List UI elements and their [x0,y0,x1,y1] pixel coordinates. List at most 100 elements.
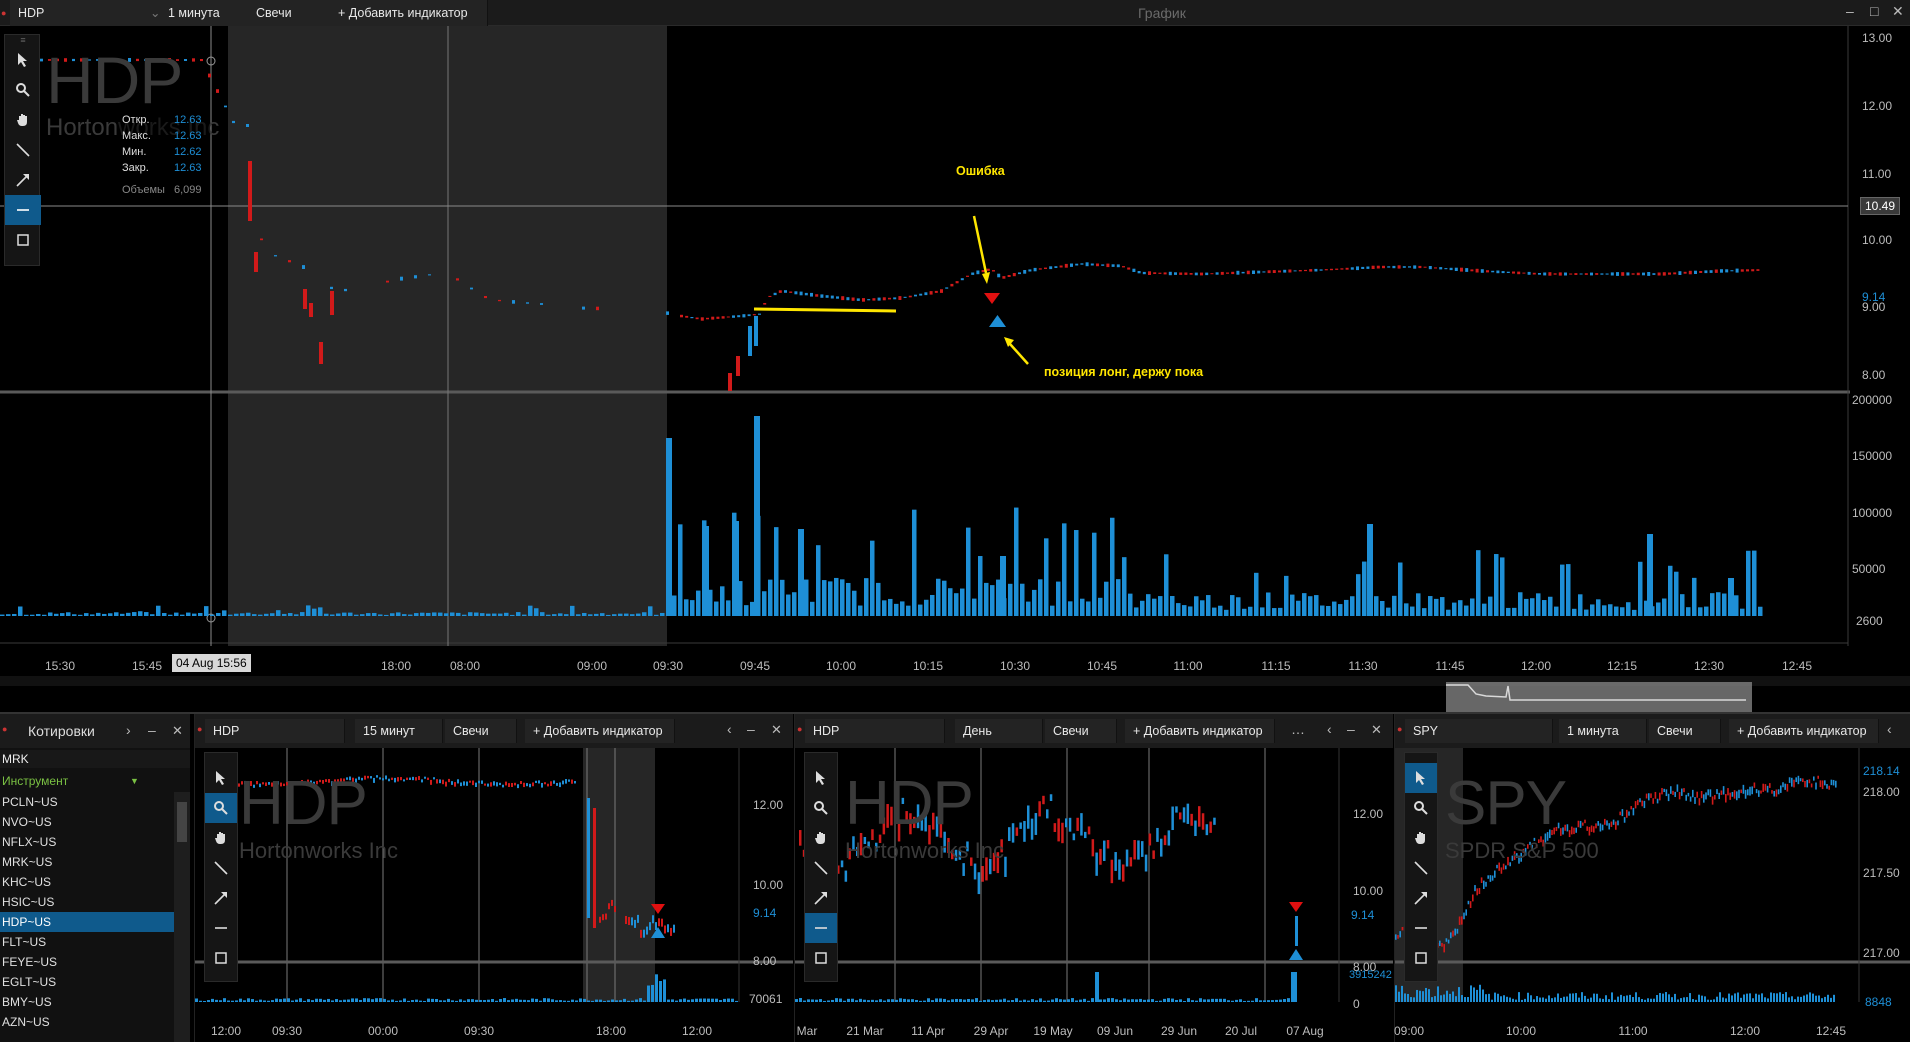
watchlist-item[interactable]: PCLN~US [0,792,174,812]
watchlist-item[interactable]: FEYE~US [0,952,174,972]
main-chart[interactable] [0,26,1910,686]
watchlist-item[interactable]: BMY~US [0,992,174,1012]
horizontal-line-tool-icon[interactable] [205,913,237,943]
grip-icon: ≡ [20,35,26,45]
watchlist-item[interactable]: NFLX~US [0,832,174,852]
close-icon[interactable]: ✕ [771,722,782,738]
timeframe-select[interactable]: День [955,719,1043,743]
horizontal-line-tool-icon[interactable] [1405,913,1437,943]
maximize-icon[interactable]: □ [1870,3,1878,19]
rectangle-tool-icon[interactable] [805,943,837,973]
chart-symbol-watermark: HDP [46,43,183,117]
watchlist-item[interactable]: MRK~US [0,852,174,872]
line-tool-icon[interactable] [5,135,41,165]
close-icon[interactable]: ✕ [1371,722,1382,738]
symbol-select[interactable]: HDP [205,719,345,743]
rectangle-tool-icon[interactable] [5,225,41,255]
hand-tool-icon[interactable] [805,823,837,853]
cursor-tool-icon[interactable] [805,763,837,793]
chart-type-select[interactable]: Свечи [1649,719,1721,743]
line-tool-icon[interactable] [1405,853,1437,883]
watchlist-item[interactable]: HDP~US [0,912,174,932]
cursor-tool-icon[interactable] [205,763,237,793]
arrow-tool-icon[interactable] [5,165,41,195]
arrow-tool-icon[interactable] [1405,883,1437,913]
symbol-select[interactable]: HDP [10,0,170,26]
annotation-arrow-up [1009,343,1029,365]
arrow-tool-icon[interactable] [205,883,237,913]
rectangle-tool-icon[interactable] [205,943,237,973]
chart-panel-hdp-day: ● HDP День Свечи + Добавить индикатор … … [794,714,1393,1042]
cursor-tool-icon[interactable] [1405,763,1437,793]
add-indicator-button[interactable]: + Добавить индикатор [330,0,488,26]
zoom-tool-icon[interactable] [805,793,837,823]
hand-tool-icon[interactable] [1405,823,1437,853]
watchlist-scrollbar[interactable] [174,792,190,1042]
zoom-tool-icon[interactable] [205,793,237,823]
back-icon[interactable]: ‹ [727,721,732,737]
close-icon[interactable]: ✕ [172,723,183,739]
chart-panel-spy-1m: ● SPY 1 минута Свечи + Добавить индикато… [1394,714,1910,1042]
watchlist-item[interactable]: KHC~US [0,872,174,892]
chart-type-select[interactable]: Свечи [248,0,332,26]
chart-symbol-watermark: HDP [239,769,368,838]
hand-tool-icon[interactable] [205,823,237,853]
watchlist-panel: ● Котировки › – ✕ MRK Инструмент ▼ PCLN~U… [0,714,190,1042]
crosshair-price-label: 10.49 [1860,197,1901,215]
time-axis: 15:30 15:45 18:00 08:00 09:00 09:30 09:4… [44,654,1813,673]
watchlist-item[interactable]: AZN~US [0,1012,174,1032]
close-icon[interactable]: ✕ [1892,3,1904,20]
watchlist-item[interactable]: FLT~US [0,932,174,952]
add-indicator-button[interactable]: + Добавить индикатор [1729,719,1879,743]
overview-navigator[interactable] [1446,682,1752,712]
drawing-toolbox: ≡ [4,34,41,266]
chart-panel-hdp-15m: ● HDP 15 минут Свечи + Добавить индикато… [194,714,793,1042]
ohlc-legend: Откр. 12.63 Макс. 12.63 Мин. 12.62 Закр.… [118,112,210,204]
close-dot-icon[interactable]: ● [2,724,7,734]
annotation-arrow-down [972,215,988,274]
close-dot-icon[interactable]: ● [0,0,8,26]
trend-line [753,307,897,313]
expand-icon[interactable]: › [126,722,131,738]
add-indicator-button[interactable]: + Добавить индикатор [525,719,675,743]
arrow-tool-icon[interactable] [805,883,837,913]
column-header-instrument[interactable]: Инструмент ▼ [0,772,190,790]
symbol-select[interactable]: HDP [805,719,945,743]
zoom-tool-icon[interactable] [1405,793,1437,823]
horizontal-line-tool-icon[interactable] [805,913,837,943]
symbol-select[interactable]: SPY [1405,719,1553,743]
sort-down-icon: ▼ [130,776,139,786]
chevron-down-icon: ⌄ [150,6,161,20]
minimize-icon[interactable]: – [1846,3,1854,19]
hand-tool-icon[interactable] [5,105,41,135]
back-icon[interactable]: ‹ [1887,721,1892,737]
symbol-search-input[interactable]: MRK [0,750,190,768]
timeframe-select[interactable]: 1 минута [1559,719,1647,743]
timeframe-select[interactable]: 1 минута ⌄ [150,0,256,26]
chart-symbol-watermark: HDP [845,769,974,838]
line-tool-icon[interactable] [205,853,237,883]
close-dot-icon[interactable]: ● [1397,724,1402,734]
timeframe-select[interactable]: 15 минут [355,719,443,743]
minimize-icon[interactable]: – [747,721,755,737]
chart-type-select[interactable]: Свечи [1045,719,1117,743]
watchlist-item[interactable]: NVO~US [0,812,174,832]
close-dot-icon[interactable]: ● [197,724,202,734]
minimize-icon[interactable]: – [148,722,156,738]
cursor-tool-icon[interactable] [5,45,41,75]
horizontal-line-tool-icon[interactable] [5,195,41,225]
more-icon[interactable]: … [1291,721,1305,737]
rectangle-tool-icon[interactable] [1405,943,1437,973]
minimize-icon[interactable]: – [1347,721,1355,737]
position-annotation: позиция лонг, держу пока [1044,365,1204,379]
zoom-tool-icon[interactable] [5,75,41,105]
close-dot-icon[interactable]: ● [797,724,802,734]
back-icon[interactable]: ‹ [1327,721,1332,737]
watchlist-item[interactable]: EGLT~US [0,972,174,992]
line-tool-icon[interactable] [805,853,837,883]
error-annotation: Ошибка [956,164,1005,178]
chart-type-select[interactable]: Свечи [445,719,517,743]
watchlist-title: Котировки [28,723,95,739]
watchlist-item[interactable]: HSIC~US [0,892,174,912]
add-indicator-button[interactable]: + Добавить индикатор [1125,719,1275,743]
